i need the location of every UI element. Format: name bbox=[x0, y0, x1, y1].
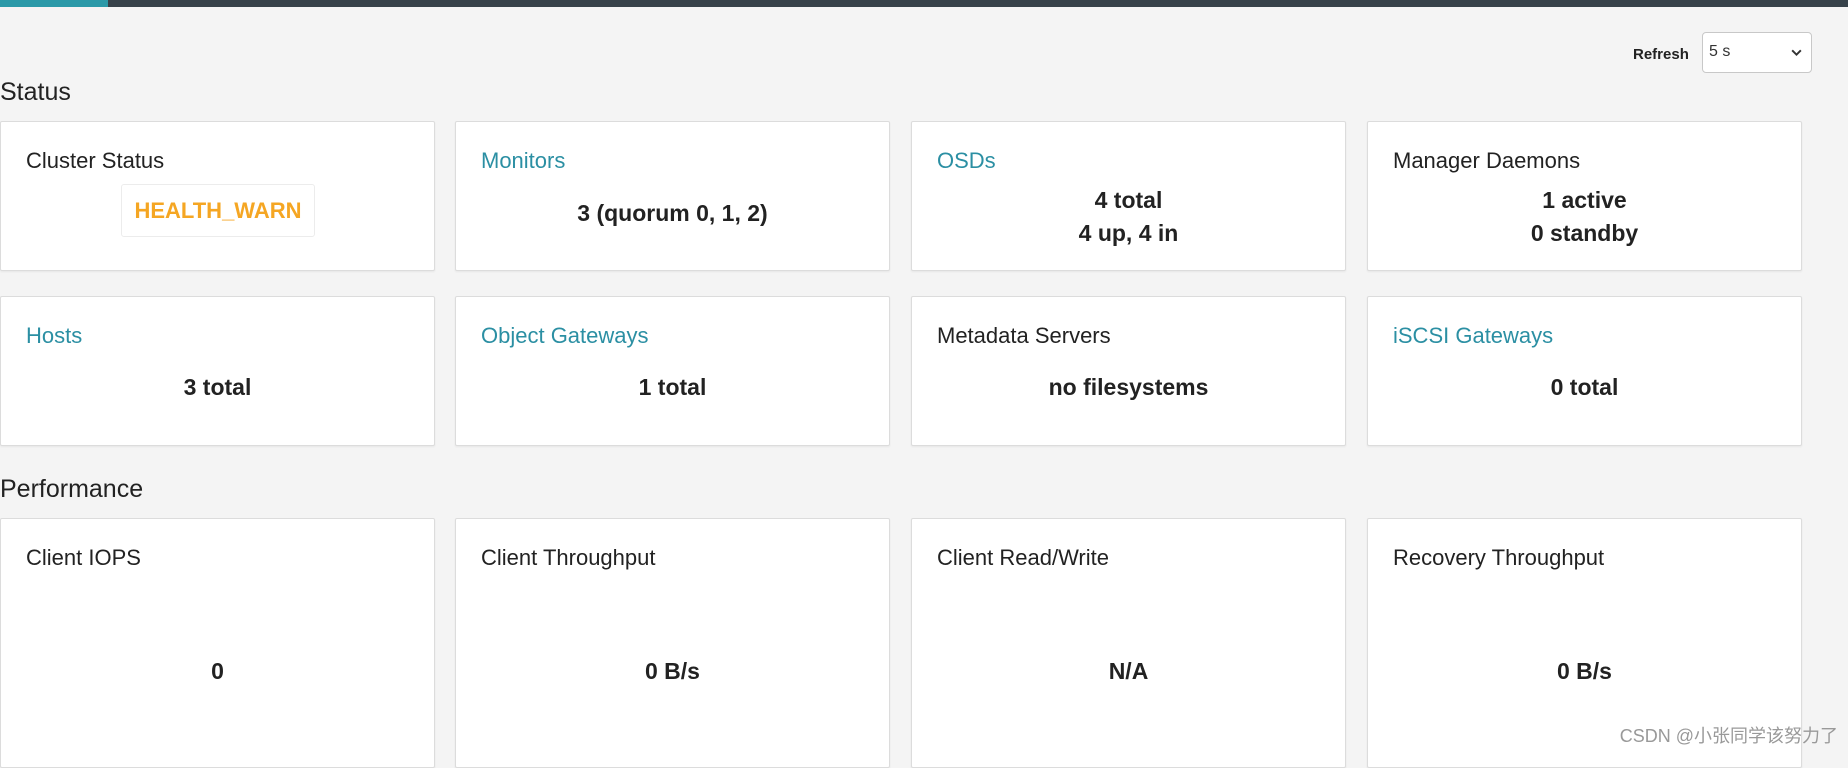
iscsi-gateways-card: iSCSI Gateways 0 total bbox=[1367, 296, 1802, 446]
client-throughput-card: Client Throughput 0 B/s bbox=[455, 518, 890, 768]
object-gateways-card: Object Gateways 1 total bbox=[455, 296, 890, 446]
refresh-interval-value: 5 s bbox=[1709, 43, 1731, 60]
card-title: Client Read/Write bbox=[937, 545, 1109, 570]
osds-link[interactable]: OSDs bbox=[937, 148, 996, 174]
iscsi-gateways-link[interactable]: iSCSI Gateways bbox=[1393, 323, 1553, 349]
status-section-title: Status bbox=[0, 78, 71, 106]
object-gateways-value: 1 total bbox=[638, 374, 707, 400]
osds-up-in-value: 4 up, 4 in bbox=[1078, 220, 1179, 246]
manager-daemons-card: Manager Daemons 1 active 0 standby bbox=[1367, 121, 1802, 271]
metadata-servers-value: no filesystems bbox=[1048, 374, 1209, 400]
client-iops-value: 0 bbox=[211, 658, 224, 684]
cluster-status-card: Cluster Status HEALTH_WARN bbox=[0, 121, 435, 271]
top-navigation-bar bbox=[0, 0, 1848, 7]
client-throughput-value: 0 B/s bbox=[645, 658, 700, 684]
health-status-badge: HEALTH_WARN bbox=[121, 184, 315, 237]
monitors-card: Monitors 3 (quorum 0, 1, 2) bbox=[455, 121, 890, 271]
client-read-write-value: N/A bbox=[1108, 658, 1149, 684]
card-title: Client IOPS bbox=[26, 545, 141, 570]
hosts-link[interactable]: Hosts bbox=[26, 323, 82, 349]
refresh-label: Refresh bbox=[1633, 46, 1689, 63]
recovery-throughput-value: 0 B/s bbox=[1557, 658, 1612, 684]
monitors-link[interactable]: Monitors bbox=[481, 148, 565, 174]
watermark-text: CSDN @小张同学该努力了 bbox=[1619, 726, 1838, 746]
client-read-write-card: Client Read/Write N/A bbox=[911, 518, 1346, 768]
manager-standby-value: 0 standby bbox=[1530, 220, 1639, 246]
refresh-interval-select[interactable]: 5 s bbox=[1702, 32, 1812, 73]
hosts-value: 3 total bbox=[183, 374, 252, 400]
card-title: Manager Daemons bbox=[1393, 148, 1581, 173]
active-nav-indicator bbox=[0, 0, 108, 7]
monitors-value: 3 (quorum 0, 1, 2) bbox=[577, 200, 768, 226]
card-title: Cluster Status bbox=[26, 148, 165, 173]
card-title: Client Throughput bbox=[481, 545, 656, 570]
performance-section-title: Performance bbox=[0, 475, 144, 503]
card-title: Recovery Throughput bbox=[1393, 545, 1605, 570]
chevron-down-icon bbox=[1791, 49, 1802, 57]
metadata-servers-card: Metadata Servers no filesystems bbox=[911, 296, 1346, 446]
manager-active-value: 1 active bbox=[1542, 187, 1627, 213]
card-title: Metadata Servers bbox=[937, 323, 1111, 348]
client-iops-card: Client IOPS 0 bbox=[0, 518, 435, 768]
iscsi-gateways-value: 0 total bbox=[1550, 374, 1619, 400]
osds-card: OSDs 4 total 4 up, 4 in bbox=[911, 121, 1346, 271]
hosts-card: Hosts 3 total bbox=[0, 296, 435, 446]
osds-total-value: 4 total bbox=[1094, 187, 1163, 213]
object-gateways-link[interactable]: Object Gateways bbox=[481, 323, 649, 349]
